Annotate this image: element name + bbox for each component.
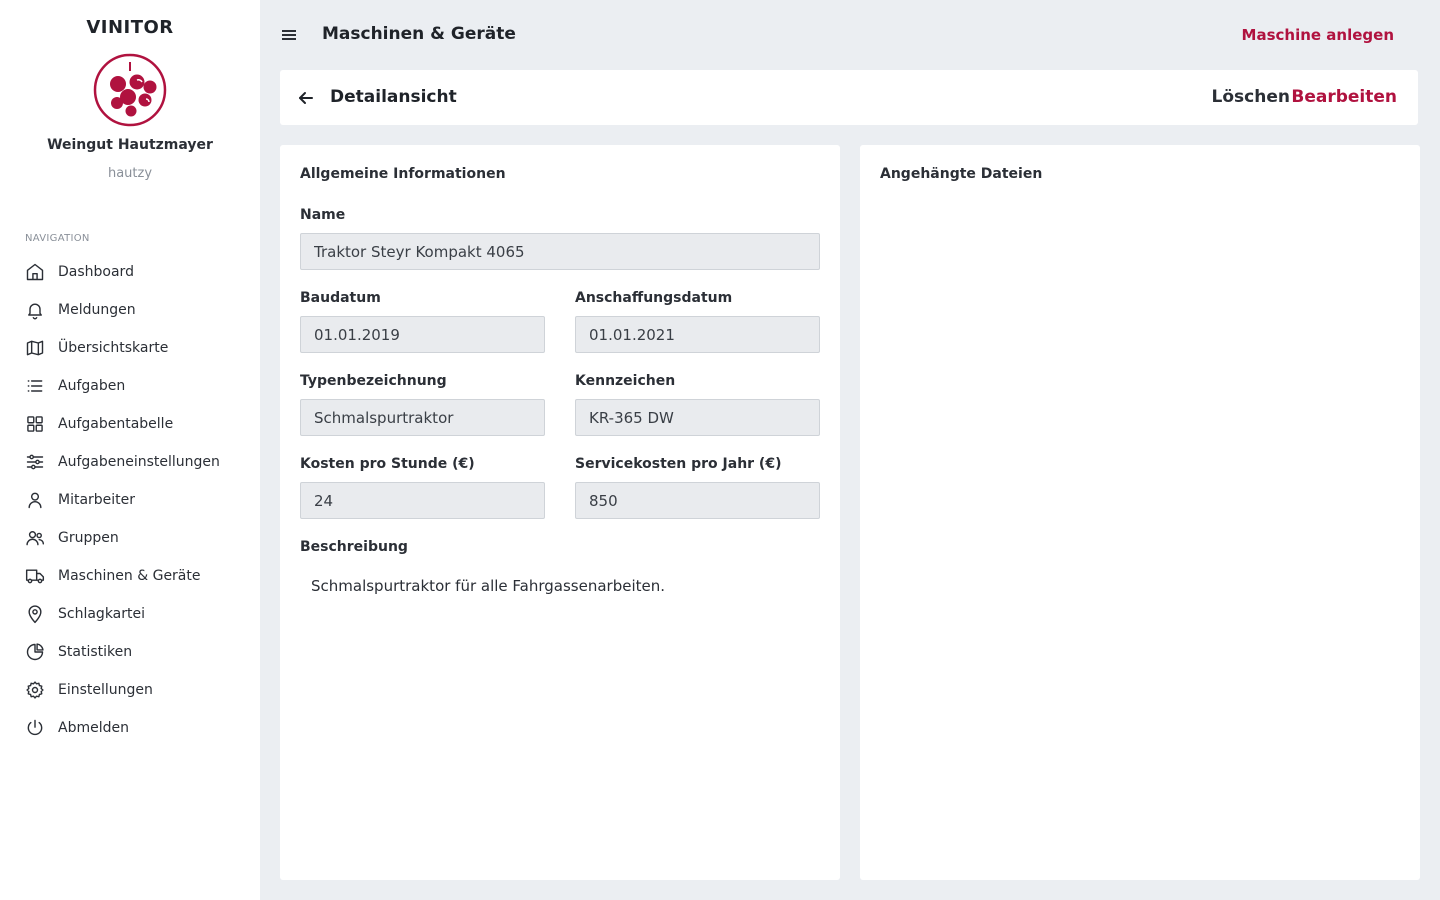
nav-label: Meldungen bbox=[58, 302, 136, 318]
general-info-card: Allgemeine Informationen Name Baudatum A… bbox=[280, 145, 840, 880]
nav-label: Aufgabentabelle bbox=[58, 416, 174, 432]
hamburger-menu-icon[interactable] bbox=[280, 26, 298, 44]
service-cost-field[interactable] bbox=[575, 482, 820, 519]
nav-item-meldungen[interactable]: Meldungen bbox=[0, 291, 260, 329]
grape-logo-icon bbox=[93, 53, 167, 127]
hourly-cost-field[interactable] bbox=[300, 482, 545, 519]
name-field[interactable] bbox=[300, 233, 820, 270]
sliders-icon bbox=[26, 454, 44, 470]
org-name: Weingut Hautzmayer bbox=[47, 137, 213, 153]
nav-heading: NAVIGATION bbox=[25, 233, 90, 244]
grid-icon bbox=[27, 416, 43, 432]
nav-item-mitarbeiter[interactable]: Mitarbeiter bbox=[0, 481, 260, 519]
nav-item-aufgaben[interactable]: Aufgaben bbox=[0, 367, 260, 405]
detail-header: Detailansicht Löschen Bearbeiten bbox=[280, 70, 1418, 125]
nav-item-aufgabeneinstellungen[interactable]: Aufgabeneinstellungen bbox=[0, 443, 260, 481]
bell-icon bbox=[28, 303, 42, 320]
nav-label: Abmelden bbox=[58, 720, 129, 736]
license-plate-field[interactable] bbox=[575, 399, 820, 436]
description-text: Schmalspurtraktor für alle Fahrgassenarb… bbox=[311, 577, 666, 595]
nav-label: Statistiken bbox=[58, 644, 133, 660]
name-label: Name bbox=[300, 207, 346, 223]
add-machine-button[interactable]: Maschine anlegen bbox=[1242, 26, 1394, 44]
user-icon bbox=[28, 492, 42, 509]
nav-label: Gruppen bbox=[58, 530, 119, 546]
list-icon bbox=[27, 380, 43, 392]
gear-icon bbox=[26, 681, 44, 699]
users-icon bbox=[26, 531, 45, 546]
purchase-date-label: Anschaffungsdatum bbox=[575, 290, 733, 306]
pie-chart-icon bbox=[26, 643, 44, 661]
page-title: Maschinen & Geräte bbox=[322, 24, 516, 44]
detail-title: Detailansicht bbox=[330, 87, 457, 107]
nav-label: Einstellungen bbox=[58, 682, 153, 698]
build-date-field[interactable] bbox=[300, 316, 545, 353]
attached-files-card: Angehängte Dateien bbox=[860, 145, 1420, 880]
org-username: hautzy bbox=[107, 166, 153, 181]
nav-label: Aufgabeneinstellungen bbox=[58, 454, 220, 470]
nav-label: Mitarbeiter bbox=[58, 492, 136, 508]
type-field[interactable] bbox=[300, 399, 545, 436]
nav-item-schlagkartei[interactable]: Schlagkartei bbox=[0, 595, 260, 633]
card-title: Angehängte Dateien bbox=[880, 166, 1043, 182]
card-title: Allgemeine Informationen bbox=[300, 166, 506, 182]
license-plate-label: Kennzeichen bbox=[575, 373, 676, 389]
truck-icon bbox=[25, 569, 45, 584]
home-icon bbox=[26, 263, 44, 281]
sidebar: VINITOR Weingut Hautzmayer hautzy NAVIGA… bbox=[0, 0, 260, 900]
nav-item-abmelden[interactable]: Abmelden bbox=[0, 709, 260, 747]
arrow-left-icon[interactable] bbox=[297, 89, 315, 107]
type-label: Typenbezeichnung bbox=[300, 373, 447, 389]
power-icon bbox=[27, 719, 43, 736]
brand-name: VINITOR bbox=[86, 17, 174, 38]
nav-label: Dashboard bbox=[58, 264, 134, 280]
build-date-label: Baudatum bbox=[300, 290, 381, 306]
nav-label: Übersichtskarte bbox=[58, 340, 169, 356]
delete-button[interactable]: Löschen bbox=[1212, 87, 1290, 107]
map-pin-icon bbox=[28, 605, 42, 624]
edit-button[interactable]: Bearbeiten bbox=[1291, 87, 1397, 107]
nav-label: Aufgaben bbox=[58, 378, 126, 394]
purchase-date-field[interactable] bbox=[575, 316, 820, 353]
hourly-cost-label: Kosten pro Stunde (€) bbox=[300, 456, 475, 472]
nav-item-statistiken[interactable]: Statistiken bbox=[0, 633, 260, 671]
map-icon bbox=[26, 340, 44, 356]
nav-item-einstellungen[interactable]: Einstellungen bbox=[0, 671, 260, 709]
description-label: Beschreibung bbox=[300, 539, 408, 555]
nav-item-gruppen[interactable]: Gruppen bbox=[0, 519, 260, 557]
nav-item-dashboard[interactable]: Dashboard bbox=[0, 253, 260, 291]
nav-item-maschinen[interactable]: Maschinen & Geräte bbox=[0, 557, 260, 595]
nav-item-uebersichtskarte[interactable]: Übersichtskarte bbox=[0, 329, 260, 367]
nav-list: Dashboard Meldungen Übersichtskarte Aufg… bbox=[0, 253, 260, 747]
nav-label: Schlagkartei bbox=[58, 606, 146, 622]
service-cost-label: Servicekosten pro Jahr (€) bbox=[575, 456, 782, 472]
nav-item-aufgabentabelle[interactable]: Aufgabentabelle bbox=[0, 405, 260, 443]
nav-label: Maschinen & Geräte bbox=[58, 568, 201, 584]
